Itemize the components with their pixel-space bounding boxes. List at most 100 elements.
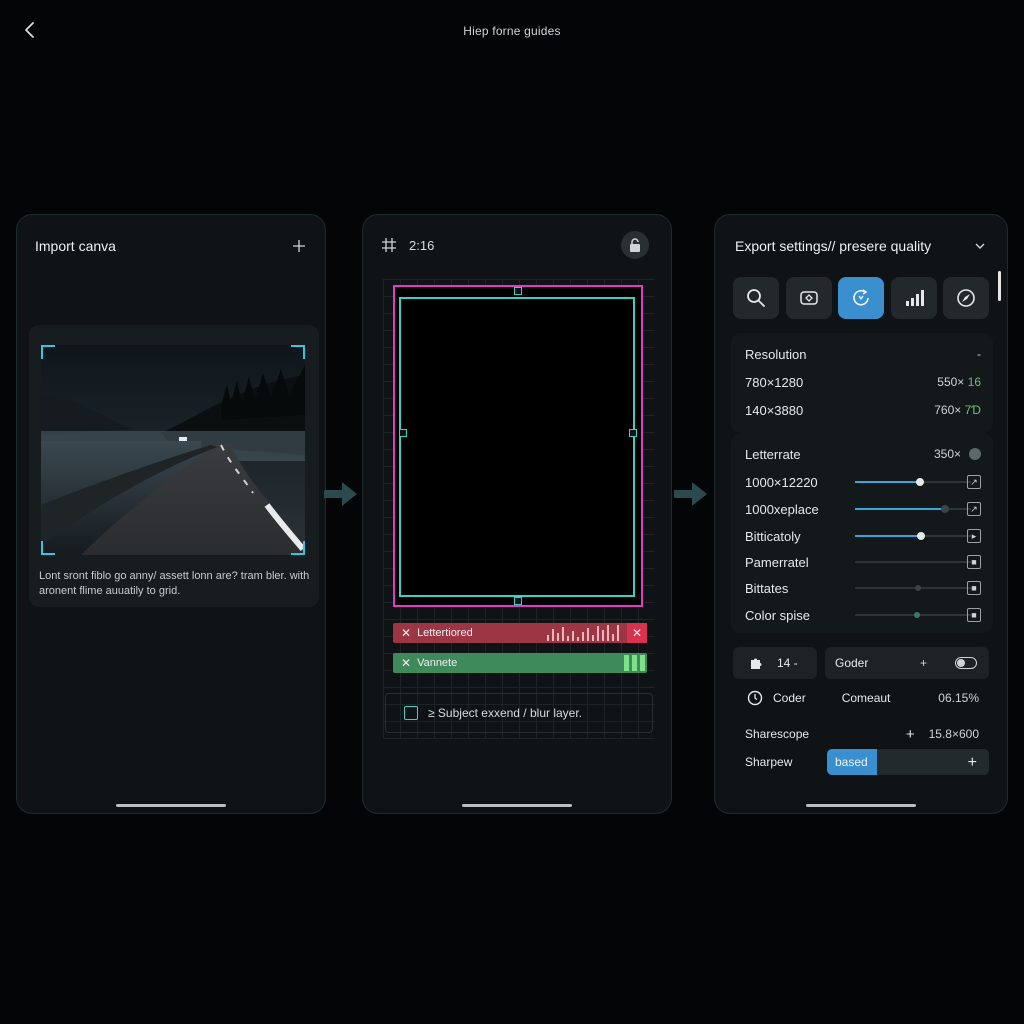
waveform [547,625,619,641]
rate-row: Bittates ■ [745,579,981,597]
resize-handle[interactable] [514,287,522,295]
rate-label: Bitticatoly [745,528,801,544]
subject-frame[interactable] [399,297,635,597]
vignette-track[interactable]: ✕ Vannete [393,653,647,673]
rate-label: Color spise [745,607,811,623]
rate-slider[interactable] [855,478,971,486]
letterrate-toggle[interactable] [969,448,981,460]
subject-extend-option[interactable]: ≥ Subject exxend / blur layer. [385,693,653,733]
coder-row: Coder Comeaut 06.15% [747,689,979,707]
signal-tool-button[interactable] [890,277,937,319]
crop-corner-marker [291,541,305,555]
home-indicator [462,804,572,807]
vignette-track-label: Vannete [417,657,458,669]
resolution-section: Resolution - 780×1280 550× 16 140×3880 7… [731,333,993,433]
rate-option-button[interactable]: ■ [967,608,981,622]
rate-option-button[interactable]: ▸ [967,529,981,543]
subject-extend-label: ≥ Subject exxend / blur layer. [428,706,583,720]
home-indicator [806,804,916,807]
search-tool-button[interactable] [733,277,779,319]
puzzle-icon [751,658,762,669]
resolution-option[interactable]: 140×3880 760× 7Ɗ [745,401,981,419]
resolution-value: 140×3880 [745,402,804,418]
rate-section: Letterrate 350× 1000×12220 ↗ 1000xeplace… [731,433,993,633]
crop-tool-button[interactable] [785,277,832,319]
rate-row: Pamerratel ■ [745,553,981,571]
scrollbar[interactable] [998,271,1001,301]
compass-tool-button[interactable] [943,277,989,319]
resolution-alt: 760× 7Ɗ [934,403,981,417]
sharpew-label: Sharpew [745,755,793,769]
rate-option-button[interactable]: ↗ [967,475,981,489]
resize-handle[interactable] [399,429,407,437]
sharescope-value: 15.8×600 [928,727,979,741]
resolution-collapse-marker[interactable]: - [977,347,981,361]
sharpew-row: Sharpew [745,753,807,771]
remove-track-icon[interactable]: ✕ [401,626,411,640]
rate-slider[interactable] [855,612,971,618]
signal-icon [905,290,924,306]
rate-slider[interactable] [855,505,971,513]
subject-extend-checkbox[interactable] [404,706,418,720]
import-panel: Import canva Lont sront fiblo go anny/ a… [16,214,326,814]
rate-row: Bitticatoly ▸ [745,527,981,545]
rate-slider[interactable] [855,585,971,591]
letterrate-label: Letterrate [745,446,801,462]
imported-image-thumbnail[interactable] [41,345,305,555]
sharpew-fill: based [827,749,877,775]
import-description: Lont sront fiblo go anny/ assett lonn ar… [39,570,310,597]
chevron-down-icon[interactable] [973,239,987,253]
codec-add-icon[interactable]: + [920,656,927,670]
rate-slider[interactable] [855,561,971,563]
compass-icon [957,289,975,307]
sharescope-add-icon[interactable]: + [906,726,915,743]
home-indicator [116,804,226,807]
letterrate-value: 350× [933,447,961,461]
rate-row: 1000×12220 ↗ [745,473,981,491]
resize-handle[interactable] [629,429,637,437]
codec-chip[interactable]: Goder + [825,647,989,679]
sharescope-row: Sharescope + 15.8×600 [745,725,979,743]
rate-label: Pamerratel [745,554,809,570]
close-track-button[interactable]: ✕ [627,623,647,643]
flow-arrow-icon [674,482,707,506]
rate-row: 1000xeplace ↗ [745,500,981,518]
rotate-tool-button[interactable] [838,277,884,319]
rate-option-button[interactable]: ■ [967,555,981,569]
crop-panel-header: 2:16 [381,231,653,259]
resolution-alt: 550× 16 [937,375,981,389]
rate-label: Bittates [745,580,789,596]
export-panel-title: Export settings// presere quality [735,238,932,254]
resolution-option[interactable]: 780×1280 550× 16 [745,373,981,391]
add-icon[interactable] [291,238,307,254]
rate-option-button[interactable]: ↗ [967,502,981,516]
export-panel-header: Export settings// presere quality [735,237,987,255]
resolution-header: Resolution - [745,345,981,363]
clock-icon [747,690,763,706]
crop-corner-marker [41,541,55,555]
resolution-value: 780×1280 [745,374,804,390]
resize-handle[interactable] [514,597,522,605]
import-card[interactable]: Lont sront fiblo go anny/ assett lonn ar… [29,325,319,607]
canvas-area[interactable]: ✕ Lettertiored ✕ ✕ Vannete ≥ Subject exx… [383,279,655,739]
remove-track-icon[interactable]: ✕ [401,656,411,670]
rate-slider[interactable] [855,532,971,540]
lock-icon [630,238,640,252]
aspect-ratio-label[interactable]: 2:16 [409,238,434,253]
letterbox-track-label: Lettertiored [417,627,473,639]
crop-panel: 2:16 ✕ Lettertiored ✕ ✕ Vannete ≥ Subjec… [362,214,672,814]
grid-icon[interactable] [381,237,397,253]
comeaut-label: Comeaut [841,691,891,705]
export-panel: Export settings// presere quality Resolu… [714,214,1008,814]
rate-label: 1000×12220 [745,474,818,490]
coder-label: Coder [773,691,806,705]
codec-switch[interactable] [955,657,977,669]
lock-button[interactable] [621,231,649,259]
sharpew-add-icon[interactable]: + [968,754,977,772]
import-panel-header: Import canva [35,237,307,255]
crop-corner-marker [41,345,55,359]
letterbox-track[interactable]: ✕ Lettertiored ✕ [393,623,647,643]
quality-chip[interactable]: 14 - [733,647,817,679]
sharpew-slider[interactable]: based + [827,749,989,775]
rate-option-button[interactable]: ■ [967,581,981,595]
